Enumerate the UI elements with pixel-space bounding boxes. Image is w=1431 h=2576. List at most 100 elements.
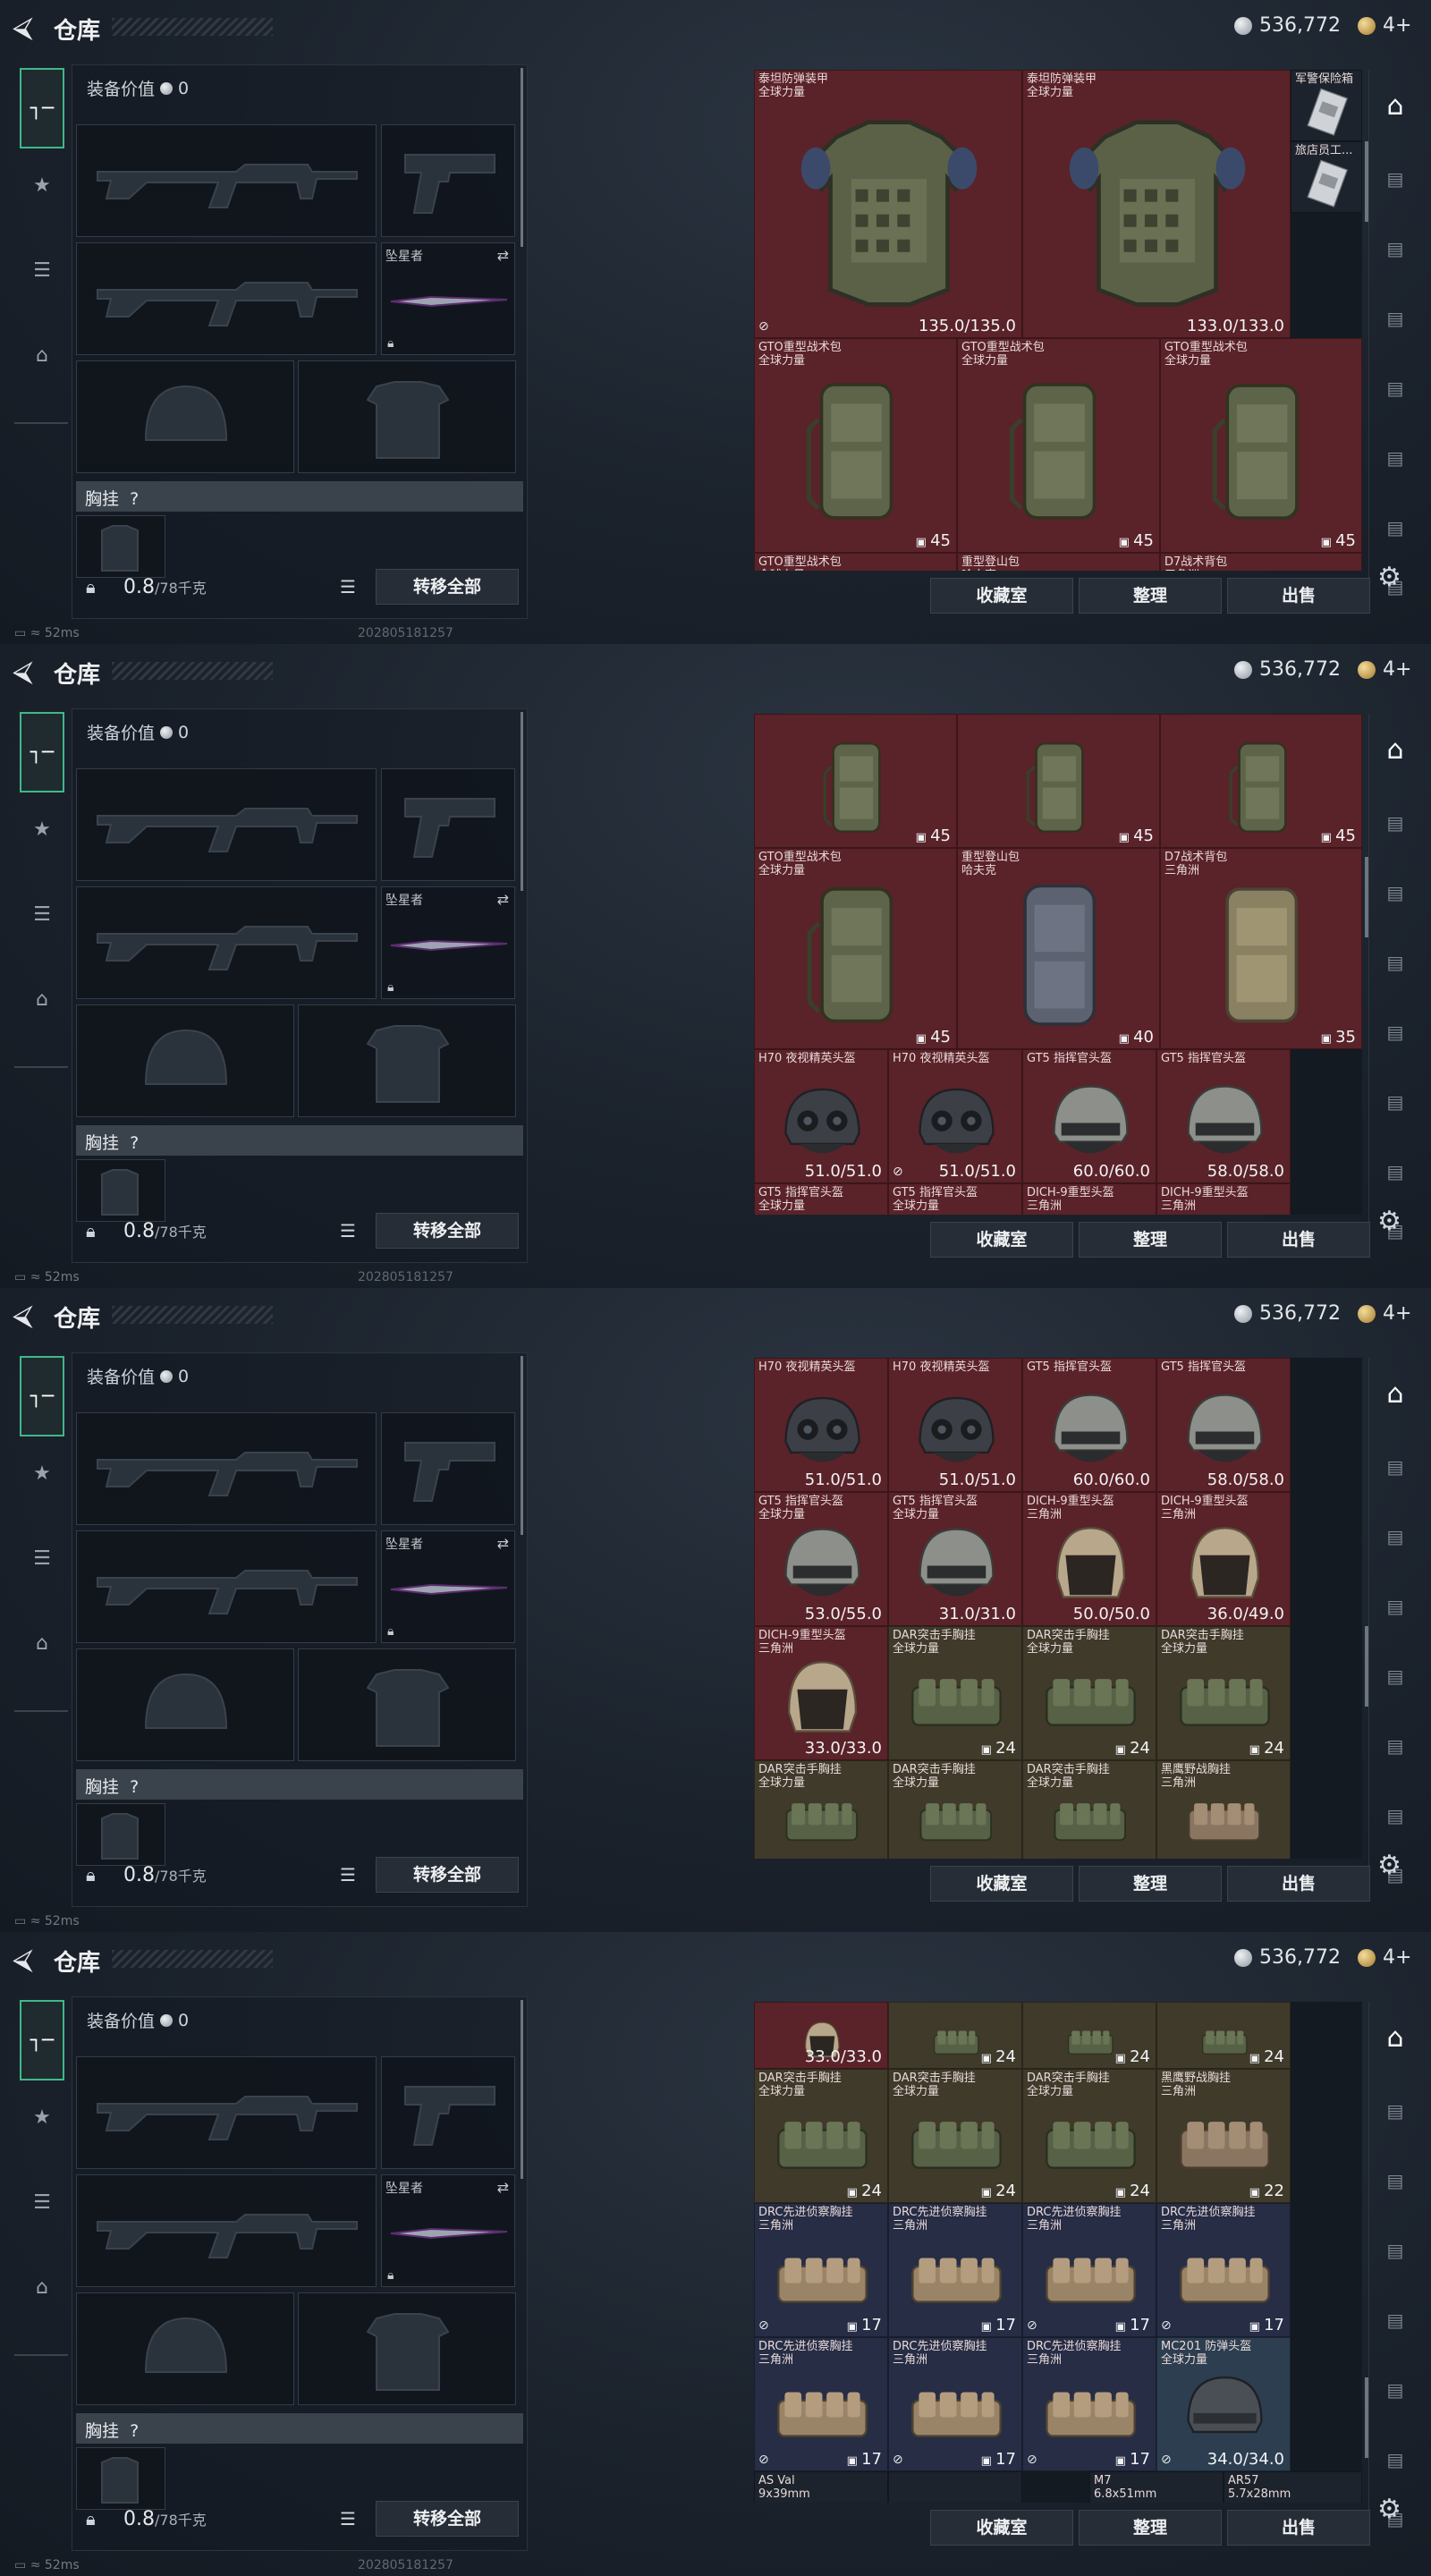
warehouse-tab-icon[interactable]: ⌂: [1376, 86, 1415, 125]
storage-tab-icon[interactable]: ▤: [1376, 1082, 1415, 1122]
warehouse-tab-icon[interactable]: ⌂: [1376, 730, 1415, 769]
storage-tab-icon[interactable]: ▤: [1376, 159, 1415, 199]
storage-tab-icon[interactable]: ▤: [1376, 2161, 1415, 2200]
equipment-scrollbar[interactable]: [521, 68, 523, 247]
primary-weapon-slot[interactable]: [76, 2056, 377, 2169]
storage-tab-icon[interactable]: ▤: [1376, 2301, 1415, 2340]
transfer-all-button[interactable]: 转移全部: [376, 1857, 519, 1893]
item-cell[interactable]: GTO重型战术包 全球力量 ▣ 45: [754, 338, 957, 553]
item-cell[interactable]: ▣ 24: [888, 2002, 1022, 2069]
sell-button[interactable]: 出售: [1227, 1866, 1370, 1902]
list-icon[interactable]: ☰: [340, 1220, 356, 1241]
item-cell[interactable]: H70 夜视精英头盔 51.0/51.0 ⊘: [888, 1049, 1022, 1183]
item-cell[interactable]: GTO重型战术包 全球力量 ▣ 45: [1160, 338, 1362, 553]
item-cell[interactable]: H70 夜视精英头盔 51.0/51.0: [888, 1358, 1022, 1492]
armor-slot[interactable]: [298, 1648, 516, 1761]
storage-tab-icon[interactable]: ▤: [1376, 299, 1415, 338]
item-cell[interactable]: D7战术背包三角洲: [1160, 553, 1362, 571]
tab-weapons[interactable]: ┐─: [20, 2000, 64, 2080]
item-cell[interactable]: 黑鹰野战胸挂 三角洲: [1156, 1760, 1291, 1859]
equipment-scrollbar[interactable]: [521, 2000, 523, 2179]
item-cell[interactable]: DICH-9重型头盔 三角洲 33.0/33.0: [754, 1626, 888, 1760]
transfer-all-button[interactable]: 转移全部: [376, 569, 519, 605]
warehouse-tab-icon[interactable]: ⌂: [1376, 2018, 1415, 2057]
sell-button[interactable]: 出售: [1227, 578, 1370, 614]
tab-briefcase[interactable]: ⌂: [20, 333, 64, 377]
primary-weapon-slot[interactable]: [76, 1412, 377, 1525]
item-cell[interactable]: GT5 指挥官头盔 全球力量: [754, 1183, 888, 1215]
list-icon[interactable]: ☰: [340, 576, 356, 597]
storage-tab-icon[interactable]: ▤: [1376, 943, 1415, 982]
tab-weapons[interactable]: ┐─: [20, 712, 64, 792]
item-cell[interactable]: AS Val 9x39mm: [754, 2471, 888, 2503]
item-cell[interactable]: GT5 指挥官头盔 全球力量 53.0/55.0: [754, 1492, 888, 1626]
item-cell[interactable]: 黑鹰野战胸挂 三角洲 ▣ 22: [1156, 2069, 1291, 2203]
primary-weapon-slot[interactable]: [76, 124, 377, 237]
equipment-scrollbar[interactable]: [521, 712, 523, 891]
item-cell[interactable]: M7 6.8x51mm: [1089, 2471, 1224, 2503]
item-cell[interactable]: DRC先进侦察胸挂 三角洲 ▣ 17: [888, 2203, 1022, 2337]
gold-currency[interactable]: 4+: [1358, 1302, 1411, 1325]
storage-tab-icon[interactable]: ▤: [1376, 1726, 1415, 1766]
swap-icon[interactable]: ⇄: [497, 891, 509, 908]
tab-weapons[interactable]: ┐─: [20, 1356, 64, 1436]
sell-button[interactable]: 出售: [1227, 2510, 1370, 2546]
collection-button[interactable]: 收藏室: [930, 2510, 1073, 2546]
helmet-slot[interactable]: [76, 1648, 294, 1761]
item-cell[interactable]: DAR突击手胸挂 全球力量: [888, 1760, 1022, 1859]
storage-tab-icon[interactable]: ▤: [1376, 508, 1415, 547]
item-cell[interactable]: GT5 指挥官头盔 60.0/60.0: [1022, 1358, 1156, 1492]
item-cell[interactable]: 33.0/33.0: [754, 2002, 888, 2069]
tab-badge[interactable]: ★: [20, 2095, 64, 2140]
back-arrow-icon[interactable]: ⮘: [13, 657, 33, 685]
tab-briefcase[interactable]: ⌂: [20, 2265, 64, 2309]
melee-slot[interactable]: 坠星者 ⇄ 🔒︎: [381, 242, 515, 355]
tab-badge[interactable]: ★: [20, 163, 64, 208]
pistol-slot[interactable]: [381, 768, 515, 881]
tab-clipboard[interactable]: ☰: [20, 2180, 64, 2224]
item-cell[interactable]: GT5 指挥官头盔 60.0/60.0: [1022, 1049, 1156, 1183]
swap-icon[interactable]: ⇄: [497, 1535, 509, 1552]
storage-tab-icon[interactable]: ▤: [1376, 1796, 1415, 1835]
item-cell[interactable]: DICH-9重型头盔 三角洲 50.0/50.0: [1022, 1492, 1156, 1626]
item-cell[interactable]: ▣ 24: [1156, 2002, 1291, 2069]
warehouse-tab-icon[interactable]: ⌂: [1376, 1374, 1415, 1413]
item-cell[interactable]: ▣ 45: [1160, 714, 1362, 848]
item-cell[interactable]: [888, 2471, 1022, 2503]
item-cell[interactable]: GT5 指挥官头盔 58.0/58.0: [1156, 1049, 1291, 1183]
storage-tab-icon[interactable]: ▤: [1376, 229, 1415, 268]
helmet-slot[interactable]: [76, 1004, 294, 1117]
item-cell[interactable]: 泰坦防弹装甲 全球力量 133.0/133.0: [1022, 70, 1291, 338]
item-cell[interactable]: H70 夜视精英头盔 51.0/51.0: [754, 1049, 888, 1183]
item-cell[interactable]: DICH-9重型头盔 三角洲 36.0/49.0: [1156, 1492, 1291, 1626]
helmet-slot[interactable]: [76, 2292, 294, 2405]
item-cell[interactable]: DRC先进侦察胸挂 三角洲 ▣ 17 ⊘: [1156, 2203, 1291, 2337]
settings-gear-icon[interactable]: ⚙: [1377, 2494, 1401, 2525]
help-icon[interactable]: ?: [130, 1133, 139, 1153]
transfer-all-button[interactable]: 转移全部: [376, 1213, 519, 1249]
sort-button[interactable]: 整理: [1079, 1222, 1222, 1258]
sort-button[interactable]: 整理: [1079, 1866, 1222, 1902]
item-cell[interactable]: ▣ 45: [754, 714, 957, 848]
storage-tab-icon[interactable]: ▤: [1376, 1517, 1415, 1556]
tab-briefcase[interactable]: ⌂: [20, 1621, 64, 1665]
transfer-all-button[interactable]: 转移全部: [376, 2501, 519, 2537]
list-icon[interactable]: ☰: [340, 1864, 356, 1885]
storage-tab-icon[interactable]: ▤: [1376, 803, 1415, 843]
item-cell[interactable]: 旅店员工...: [1291, 141, 1362, 213]
armor-slot[interactable]: [298, 1004, 516, 1117]
help-icon[interactable]: ?: [130, 1777, 139, 1797]
item-cell[interactable]: GTO重型战术包全球力量: [754, 553, 957, 571]
item-cell[interactable]: MC201 防弹头盔 全球力量 34.0/34.0 ⊘: [1156, 2337, 1291, 2471]
gold-currency[interactable]: 4+: [1358, 658, 1411, 681]
item-cell[interactable]: 重型登山包哈夫克: [957, 553, 1160, 571]
pistol-slot[interactable]: [381, 124, 515, 237]
item-cell[interactable]: DAR突击手胸挂 全球力量 ▣ 24: [888, 2069, 1022, 2203]
item-cell[interactable]: GT5 指挥官头盔 全球力量: [888, 1183, 1022, 1215]
gold-currency[interactable]: 4+: [1358, 1946, 1411, 1969]
item-cell[interactable]: DAR突击手胸挂 全球力量 ▣ 24: [888, 1626, 1022, 1760]
help-icon[interactable]: ?: [130, 489, 139, 509]
collection-button[interactable]: 收藏室: [930, 578, 1073, 614]
storage-tab-icon[interactable]: ▤: [1376, 2440, 1415, 2479]
tab-badge[interactable]: ★: [20, 1451, 64, 1496]
